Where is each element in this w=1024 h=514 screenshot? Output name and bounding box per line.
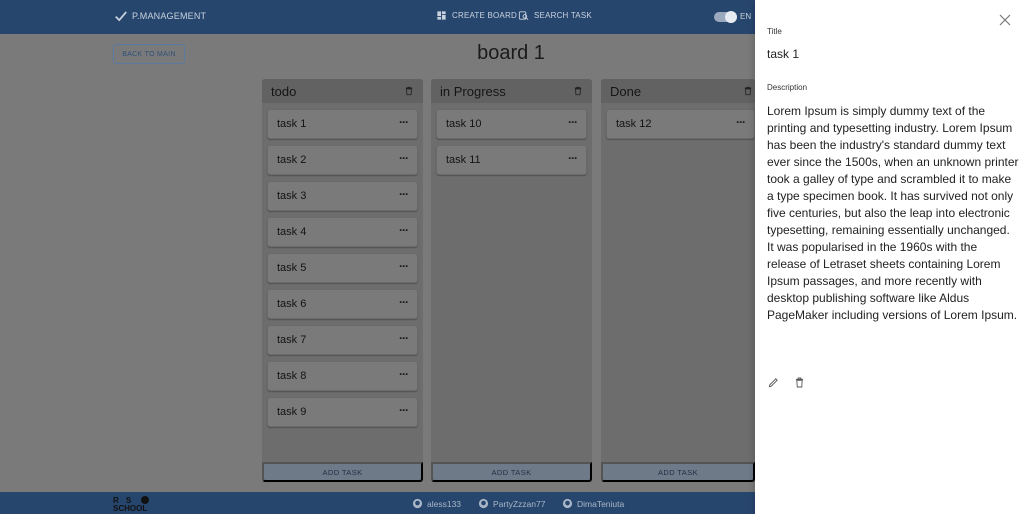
back-to-main-button[interactable]: BACK TO MAIN	[113, 44, 185, 64]
more-horizontal-icon[interactable]: ···	[736, 115, 746, 129]
rs-school-logo[interactable]: R S SCHOOL	[113, 495, 157, 512]
add-task-button[interactable]: ADD TASK	[601, 462, 755, 482]
trash-icon[interactable]	[743, 85, 753, 97]
github-link-aless133[interactable]: aless133	[412, 498, 461, 509]
task-label: task 4	[277, 226, 307, 238]
add-task-button[interactable]: ADD TASK	[431, 462, 592, 482]
task-label: task 1	[277, 118, 307, 130]
task-card[interactable]: task 12 ···	[606, 109, 755, 139]
task-description: Lorem Ipsum is simply dummy text of the …	[767, 104, 1019, 322]
column-title: in Progress	[440, 84, 506, 99]
create-board-button[interactable]: CREATE BOARD	[436, 10, 517, 21]
brand-label: P.MANAGEMENT	[132, 11, 207, 21]
add-task-button[interactable]: ADD TASK	[262, 462, 423, 482]
check-icon	[115, 11, 127, 22]
more-horizontal-icon[interactable]: ···	[399, 331, 409, 345]
column-title: Done	[610, 84, 642, 99]
create-board-label: CREATE BOARD	[452, 11, 517, 20]
task-card[interactable]: task 5 ···	[267, 253, 418, 283]
task-card[interactable]: task 9 ···	[267, 397, 418, 427]
task-label: task 6	[277, 298, 307, 310]
toggle-knob	[725, 11, 737, 23]
task-label: task 12	[616, 118, 652, 130]
task-label: task 7	[277, 334, 307, 346]
column-header: Done	[601, 79, 755, 103]
task-label: task 3	[277, 190, 307, 202]
task-title: task 1	[767, 47, 800, 61]
more-horizontal-icon[interactable]: ···	[399, 223, 409, 237]
trash-icon[interactable]	[573, 85, 583, 97]
task-card[interactable]: task 2 ···	[267, 145, 418, 175]
description-label: Description	[767, 83, 808, 92]
svg-text:SCHOOL: SCHOOL	[113, 504, 147, 512]
task-detail-drawer: Title task 1 Description Lorem Ipsum is …	[755, 0, 1024, 514]
task-card[interactable]: task 1 ···	[267, 109, 418, 139]
task-card[interactable]: task 4 ···	[267, 217, 418, 247]
more-horizontal-icon[interactable]: ···	[399, 403, 409, 417]
task-label: task 10	[446, 118, 482, 130]
more-horizontal-icon[interactable]: ···	[399, 115, 409, 129]
task-label: task 2	[277, 154, 307, 166]
search-task-button[interactable]: SEARCH TASK	[518, 10, 592, 21]
pencil-icon[interactable]	[768, 377, 779, 388]
github-icon	[478, 498, 489, 509]
task-card[interactable]: task 10 ···	[436, 109, 587, 139]
github-author: DimaTeniuta	[577, 498, 625, 509]
task-card[interactable]: task 3 ···	[267, 181, 418, 211]
column-title: todo	[271, 84, 297, 99]
task-card[interactable]: task 6 ···	[267, 289, 418, 319]
more-horizontal-icon[interactable]: ···	[399, 295, 409, 309]
trash-icon[interactable]	[795, 377, 804, 388]
more-horizontal-icon[interactable]: ···	[568, 115, 578, 129]
title-label: Title	[767, 27, 782, 36]
column-todo: todo task 1 ··· task 2 ··· task 3 ··· task …	[262, 79, 423, 482]
more-horizontal-icon[interactable]: ···	[568, 151, 578, 165]
column-in-progress: in Progress task 10 ··· task 11 ··· ADD TA…	[431, 79, 592, 482]
task-label: task 11	[446, 154, 481, 166]
trash-icon[interactable]	[404, 85, 414, 97]
task-label: task 5	[277, 262, 307, 274]
task-label: task 9	[277, 406, 307, 418]
more-horizontal-icon[interactable]: ···	[399, 367, 409, 381]
search-task-icon	[518, 11, 529, 20]
language-label: EN	[740, 12, 752, 21]
brand-link[interactable]: P.MANAGEMENT	[114, 9, 206, 23]
board-title: board 1	[477, 42, 545, 64]
more-horizontal-icon[interactable]: ···	[399, 187, 409, 201]
task-card[interactable]: task 11 ···	[436, 145, 587, 175]
language-toggle[interactable]	[714, 11, 737, 23]
column-done: Done task 12 ··· ADD TASK	[601, 79, 755, 482]
task-card[interactable]: task 7 ···	[267, 325, 418, 355]
close-icon[interactable]	[999, 14, 1011, 26]
github-link-partyzzzan77[interactable]: PartyZzzan77	[478, 498, 545, 509]
github-icon	[412, 498, 423, 509]
github-link-dimateniuta[interactable]: DimaTeniuta	[562, 498, 624, 509]
search-task-label: SEARCH TASK	[534, 11, 592, 20]
task-label: task 8	[277, 370, 307, 382]
github-author: aless133	[427, 498, 462, 509]
github-author: PartyZzzan77	[493, 498, 546, 509]
column-header: todo	[262, 79, 423, 103]
more-horizontal-icon[interactable]: ···	[399, 151, 409, 165]
dashboard-icon	[437, 11, 446, 20]
task-card[interactable]: task 8 ···	[267, 361, 418, 391]
more-horizontal-icon[interactable]: ···	[399, 259, 409, 273]
column-header: in Progress	[431, 79, 592, 103]
github-icon	[562, 498, 573, 509]
